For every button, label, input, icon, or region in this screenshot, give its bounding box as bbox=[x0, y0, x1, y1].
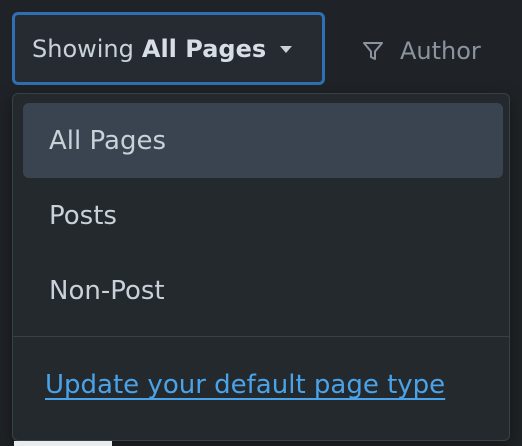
menu-divider bbox=[13, 336, 509, 337]
page-type-dropdown-menu: All Pages Posts Non-Post Update your def… bbox=[12, 93, 510, 441]
menu-item-all-pages[interactable]: All Pages bbox=[23, 103, 503, 178]
author-filter-label: Author bbox=[400, 37, 481, 65]
menu-item-non-post[interactable]: Non-Post bbox=[23, 253, 503, 328]
caret-down-icon bbox=[280, 46, 293, 53]
menu-item-label: Non-Post bbox=[49, 275, 165, 306]
filter-prefix-label: Showing bbox=[32, 34, 134, 63]
funnel-icon bbox=[362, 40, 384, 62]
author-filter-button[interactable]: Author bbox=[362, 32, 481, 70]
menu-item-label: All Pages bbox=[49, 125, 166, 156]
update-default-page-type-link[interactable]: Update your default page type bbox=[45, 370, 445, 400]
background-content-strip bbox=[14, 441, 112, 446]
filter-selected-value: All Pages bbox=[141, 34, 267, 63]
menu-item-label: Posts bbox=[49, 200, 117, 231]
menu-item-posts[interactable]: Posts bbox=[23, 178, 503, 253]
page-type-filter-button[interactable]: Showing All Pages bbox=[12, 12, 325, 85]
